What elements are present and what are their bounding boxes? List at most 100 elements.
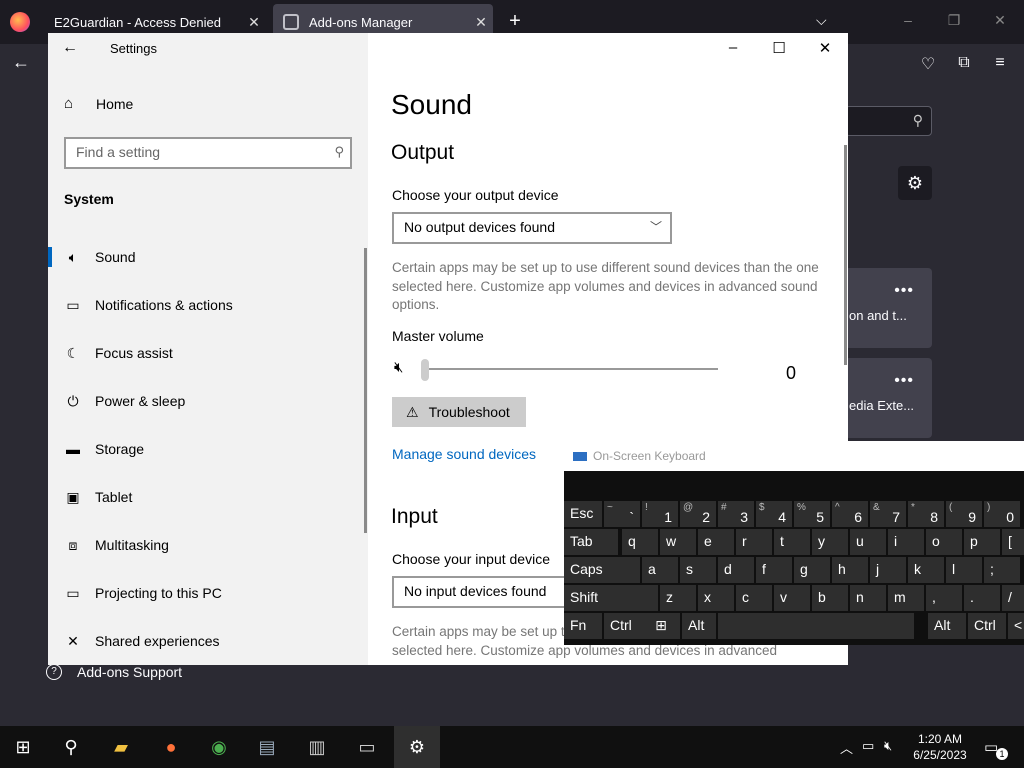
osk-key[interactable]: * 8 <box>908 501 944 527</box>
osk-key[interactable]: , <box>926 585 962 611</box>
clock[interactable]: 1:20 AM 6/25/2023 <box>906 731 974 763</box>
osk-key[interactable]: r <box>736 529 772 555</box>
menu-icon[interactable]: ≡ <box>990 54 1010 72</box>
osk-key[interactable]: % 5 <box>794 501 830 527</box>
sidebar-item-power[interactable]: ⏻ Power & sleep <box>48 377 368 425</box>
osk-key[interactable]: u <box>850 529 886 555</box>
start-windows-icon[interactable]: ⊞ <box>0 726 46 768</box>
sidebar-scrollbar[interactable] <box>364 248 367 533</box>
remote-desktop-icon[interactable]: ▥ <box>294 726 340 768</box>
osk-key[interactable]: ~ ` <box>604 501 640 527</box>
osk-key[interactable]: ) 0 <box>984 501 1020 527</box>
osk-key[interactable]: h <box>832 557 868 583</box>
addon-card[interactable]: ••• edia Exte... <box>845 358 932 438</box>
settings-gear-icon[interactable]: ⚙ <box>394 726 440 768</box>
troubleshoot-button[interactable]: ⚠ Troubleshoot <box>392 397 526 427</box>
volume-muted-icon[interactable]: 🔇︎ <box>884 738 892 754</box>
osk-key[interactable]: . <box>964 585 1000 611</box>
osk-key[interactable]: n <box>850 585 886 611</box>
sidebar-item-multitasking[interactable]: ⧈ Multitasking <box>48 521 368 569</box>
osk-key[interactable]: @2 <box>680 501 716 527</box>
restore-icon[interactable]: ❐ <box>944 12 964 29</box>
osk-key[interactable]: b <box>812 585 848 611</box>
windows-key-icon[interactable]: ⊞ <box>642 613 680 639</box>
chevron-up-icon[interactable]: ︿ <box>840 738 853 757</box>
addons-search-input[interactable]: ⚲ <box>845 106 932 136</box>
osk-key[interactable]: m <box>888 585 924 611</box>
osk-key[interactable]: g <box>794 557 830 583</box>
sidebar-item-sound[interactable]: 🔈︎ Sound <box>48 233 368 281</box>
osk-key[interactable]: c <box>736 585 772 611</box>
osk-key[interactable]: Esc <box>564 501 602 527</box>
output-device-select[interactable]: No output devices found ﹀ <box>392 212 672 244</box>
more-options-icon[interactable]: ••• <box>894 282 914 300</box>
osk-key[interactable]: d <box>718 557 754 583</box>
osk-key[interactable]: & 7 <box>870 501 906 527</box>
terminal-icon[interactable]: ▭ <box>344 726 390 768</box>
minimize-icon[interactable]: – <box>898 12 918 28</box>
osk-key[interactable] <box>718 613 914 639</box>
osk-key[interactable]: x <box>698 585 734 611</box>
network-app-icon[interactable]: ▤ <box>244 726 290 768</box>
osk-key[interactable]: q <box>622 529 658 555</box>
mute-icon[interactable]: 🔇︎ <box>394 359 403 376</box>
osk-key[interactable]: y <box>812 529 848 555</box>
osk-key[interactable]: ! 1 <box>642 501 678 527</box>
list-tabs-icon[interactable]: ⌵ <box>816 12 827 29</box>
osk-key[interactable]: Shift <box>564 585 658 611</box>
chrome-icon[interactable]: ◉ <box>196 726 242 768</box>
osk-key[interactable]: Tab <box>564 529 618 555</box>
addon-card[interactable]: ••• on and t... <box>845 268 932 348</box>
sidebar-item-notifications[interactable]: ▭ Notifications & actions <box>48 281 368 329</box>
new-tab-button[interactable]: + <box>504 10 526 33</box>
content-scrollbar[interactable] <box>844 145 847 365</box>
osk-key[interactable]: Caps <box>564 557 640 583</box>
osk-key[interactable]: o <box>926 529 962 555</box>
osk-key[interactable]: e <box>698 529 734 555</box>
osk-key[interactable]: Ctrl <box>968 613 1006 639</box>
osk-key[interactable]: / <box>1002 585 1024 611</box>
more-options-icon[interactable]: ••• <box>894 372 914 390</box>
osk-key[interactable]: ^ 6 <box>832 501 868 527</box>
osk-titlebar[interactable]: On-Screen Keyboard <box>564 441 1024 471</box>
gear-icon[interactable]: ⚙ <box>898 166 932 200</box>
sidebar-item-storage[interactable]: ▬ Storage <box>48 425 368 473</box>
close-tab-icon[interactable]: ✕ <box>242 14 266 31</box>
osk-key[interactable]: p <box>964 529 1000 555</box>
osk-key[interactable]: z <box>660 585 696 611</box>
osk-key[interactable]: l <box>946 557 982 583</box>
search-icon[interactable]: ⚲ <box>48 726 94 768</box>
osk-key[interactable]: s <box>680 557 716 583</box>
network-icon[interactable]: ▭ <box>862 738 874 754</box>
sidebar-item-shared-experiences[interactable]: ✕ Shared experiences <box>48 617 368 665</box>
osk-key[interactable]: [ <box>1002 529 1024 555</box>
file-explorer-icon[interactable]: ▰ <box>98 726 144 768</box>
manage-sound-devices-link[interactable]: Manage sound devices <box>392 446 536 462</box>
osk-key[interactable]: < <box>1008 613 1024 639</box>
osk-key[interactable]: j <box>870 557 906 583</box>
osk-key[interactable]: #3 <box>718 501 754 527</box>
addons-support-link[interactable]: ? Add-ons Support <box>46 664 182 680</box>
osk-key[interactable]: i <box>888 529 924 555</box>
osk-key[interactable]: (9 <box>946 501 982 527</box>
volume-slider-track[interactable] <box>422 368 718 370</box>
osk-key[interactable]: $4 <box>756 501 792 527</box>
sidebar-item-focus-assist[interactable]: ☾ Focus assist <box>48 329 368 377</box>
osk-key[interactable]: w <box>660 529 696 555</box>
osk-key[interactable]: ; <box>984 557 1020 583</box>
close-window-icon[interactable]: ✕ <box>990 12 1010 29</box>
osk-key[interactable]: Fn <box>564 613 602 639</box>
volume-slider-thumb[interactable] <box>421 359 429 381</box>
sidebar-item-tablet[interactable]: ▣ Tablet <box>48 473 368 521</box>
pocket-icon[interactable]: ♡ <box>918 54 938 74</box>
osk-key[interactable]: v <box>774 585 810 611</box>
close-tab-icon[interactable]: ✕ <box>469 14 493 31</box>
back-arrow-icon[interactable]: ← <box>62 39 78 57</box>
osk-key[interactable]: t <box>774 529 810 555</box>
home-nav[interactable]: ⌂ Home <box>64 95 133 112</box>
find-setting-input[interactable]: Find a setting ⚲ <box>64 137 352 169</box>
osk-key[interactable]: a <box>642 557 678 583</box>
firefox-icon[interactable]: ● <box>148 726 194 768</box>
back-arrow-icon[interactable]: ← <box>12 52 30 73</box>
extensions-icon[interactable]: ⧉ <box>954 54 974 72</box>
